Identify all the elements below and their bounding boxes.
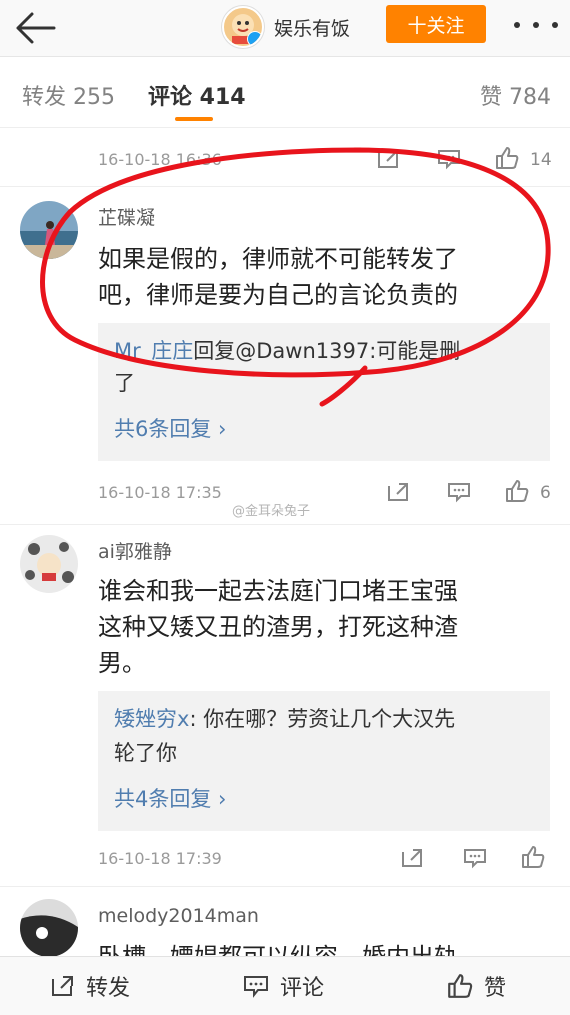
reply-text-rest: 回复@Dawn1397:可能是删 [193, 339, 461, 363]
like-icon[interactable] [504, 478, 530, 504]
reply-user-link[interactable]: Mr_庄庄 [114, 339, 193, 363]
comment-label: 评论 [280, 976, 325, 1001]
back-arrow-icon [16, 12, 56, 44]
comment-icon [244, 976, 268, 998]
like-icon[interactable] [520, 844, 546, 870]
repost-icon[interactable] [386, 481, 412, 503]
repost-button[interactable]: 转发 [50, 957, 130, 1015]
comment-text-line: 吧，律师是要为自己的言论负责的 [98, 281, 458, 309]
like-count: 14 [530, 150, 552, 170]
monochrome-avatar-icon [20, 899, 78, 956]
commenter-name[interactable]: 芷碟凝 [98, 203, 155, 230]
account-avatar[interactable] [222, 6, 264, 48]
comment-icon[interactable] [446, 481, 472, 503]
reply-preview[interactable]: Mr_庄庄回复@Dawn1397:可能是删 了 共6条回复 › [98, 323, 550, 461]
comment-icon[interactable] [462, 847, 488, 869]
commenter-avatar[interactable] [20, 201, 78, 259]
comment-item: ai郭雅静 谁会和我一起去法庭门口堵王宝强 这种又矮又丑的渣男，打死这种渣 男。… [0, 525, 570, 885]
like-label: 赞 [484, 976, 507, 1001]
repost-icon[interactable] [400, 847, 426, 869]
view-all-replies-link[interactable]: 共4条回复 › [114, 783, 226, 813]
comment-feed[interactable]: 16-10-18 16:36 14 芷碟凝 如果是假的，律师就不可能转发了 吧，… [0, 128, 570, 956]
reply-text-rest: : 你在哪？劳资让几个大汉先 [189, 707, 456, 731]
tab-comments[interactable]: 评论 414 [148, 79, 246, 111]
comment-item: 芷碟凝 如果是假的，律师就不可能转发了 吧，律师是要为自己的言论负责的 Mr_庄… [0, 187, 570, 525]
comment-text-line: 这种又矮又丑的渣男，打死这种渣 [98, 613, 458, 641]
reply-text-line2: 轮了你 [114, 741, 177, 765]
account-header[interactable]: 娱乐有饭 [222, 6, 350, 48]
reply-text-line2: 了 [114, 371, 135, 395]
back-button[interactable] [12, 10, 56, 46]
commenter-name[interactable]: ai郭雅静 [98, 537, 172, 564]
tab-reposts[interactable]: 转发 255 [22, 79, 115, 111]
dot-icon [552, 22, 558, 28]
cartoon-avatar-icon [20, 535, 78, 593]
watermark: @金耳朵兔子 [232, 504, 311, 519]
commenter-name[interactable]: melody2014man [98, 905, 259, 927]
account-name[interactable]: 娱乐有饭 [274, 14, 350, 41]
comment-text: 谁会和我一起去法庭门口堵王宝强 这种又矮又丑的渣男，打死这种渣 男。 [98, 573, 543, 681]
tab-bar: 转发 255 评论 414 赞 784 [0, 57, 570, 128]
more-menu-button[interactable] [514, 19, 558, 31]
like-icon [448, 974, 473, 998]
like-icon[interactable] [494, 145, 520, 171]
comment-text-line: 谁会和我一起去法庭门口堵王宝强 [98, 577, 458, 605]
comment-text-line: 男。 [98, 649, 146, 677]
comment-text: 如果是假的，律师就不可能转发了 吧，律师是要为自己的言论负责的 [98, 241, 543, 313]
bottom-action-bar: 转发 评论 赞 [0, 956, 570, 1015]
tab-likes[interactable]: 赞 784 [480, 79, 551, 111]
comment-item: melody2014man 卧槽，嫖娼都可以纵容，婚内出轨 [0, 887, 570, 956]
comment-icon[interactable] [436, 148, 462, 170]
verified-badge-icon [247, 31, 262, 46]
dot-icon [514, 22, 520, 28]
comment-button[interactable]: 评论 [242, 957, 324, 1015]
like-count: 6 [540, 483, 551, 503]
reply-preview[interactable]: 矮矬穷x: 你在哪？劳资让几个大汉先 轮了你 共4条回复 › [98, 691, 550, 831]
repost-icon [52, 976, 73, 996]
repost-label: 转发 [86, 976, 131, 1001]
top-bar: 娱乐有饭 十关注 [0, 0, 570, 57]
comment-time: 16-10-18 16:36 [98, 150, 222, 169]
reply-user-link[interactable]: 矮矬穷x [114, 707, 189, 731]
comment-time: 16-10-18 17:35 [98, 483, 222, 502]
reply-text: Mr_庄庄回复@Dawn1397:可能是删 [114, 335, 534, 367]
comment-text-line: 如果是假的，律师就不可能转发了 [98, 245, 458, 273]
view-all-replies-link[interactable]: 共6条回复 › [114, 413, 226, 443]
commenter-avatar[interactable] [20, 899, 78, 956]
comment-text-line: 卧槽，嫖娼都可以纵容，婚内出轨 [98, 939, 543, 956]
commenter-avatar[interactable] [20, 535, 78, 593]
comment-time: 16-10-18 17:39 [98, 849, 222, 868]
comment-item: 16-10-18 16:36 14 [0, 128, 570, 186]
repost-icon[interactable] [376, 148, 402, 170]
beach-photo-icon [20, 201, 78, 259]
dot-icon [533, 22, 539, 28]
active-tab-indicator [175, 117, 213, 121]
comment-text: 卧槽，嫖娼都可以纵容，婚内出轨 [98, 939, 543, 956]
like-button[interactable]: 赞 [446, 957, 506, 1015]
follow-button[interactable]: 十关注 [386, 5, 486, 43]
reply-text: 矮矬穷x: 你在哪？劳资让几个大汉先 [114, 703, 534, 735]
